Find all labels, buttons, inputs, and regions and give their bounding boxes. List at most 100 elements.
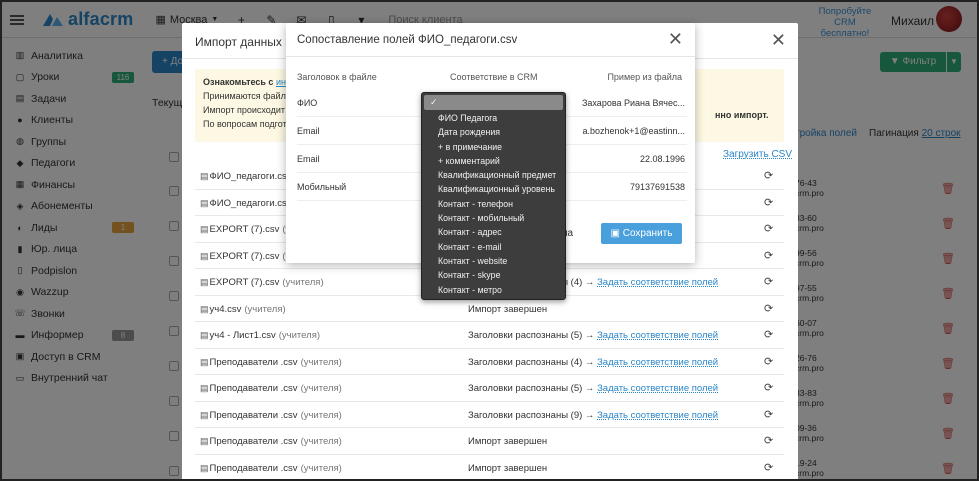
close-icon[interactable]: ✕	[668, 30, 683, 48]
status-text: Заголовки распознаны (5) →	[468, 383, 598, 394]
dropdown-option[interactable]: + комментарий	[424, 154, 563, 168]
save-icon: ▣	[610, 228, 620, 239]
dropdown-option[interactable]: Контакт - адрес	[424, 225, 563, 239]
dropdown-option[interactable]: Контакт - skype	[424, 268, 563, 282]
import-modal-title: Импорт данных из	[195, 35, 298, 49]
dropdown-option[interactable]: + в примечание	[424, 140, 563, 154]
notice-bold: Ознакомьтесь с	[203, 77, 274, 87]
file-name-cell: ▤ФИО_педагоги.csv	[200, 198, 292, 209]
table-row: ▤Преподаватели .csv (учителя) Импорт завер…	[195, 455, 784, 480]
set-mapping-link[interactable]: Задать соответствие полей	[597, 330, 718, 341]
column-header-file: Заголовок в файле	[297, 72, 377, 82]
file-name-cell: ▤Преподаватели .csv (учителя)	[200, 410, 342, 421]
table-row: ▤Преподаватели .csv (учителя) Заголовки ра…	[195, 349, 784, 375]
file-status: Импорт завершен	[468, 463, 547, 474]
file-icon: ▤	[200, 250, 209, 261]
file-group: (учителя)	[278, 330, 320, 341]
crm-field-dropdown[interactable]: ✓ ФИО Педагога Дата рождения + в примечани…	[421, 92, 566, 300]
dropdown-option[interactable]: Контакт - телефон	[424, 197, 563, 211]
dropdown-option[interactable]: Квалификационный предмет	[424, 168, 563, 182]
file-status: Импорт завершен	[468, 304, 547, 315]
dropdown-option[interactable]: ФИО Педагога	[424, 111, 563, 125]
file-icon: ▤	[200, 330, 209, 340]
mapping-title-file: ФИО_педагоги.csv	[418, 34, 518, 46]
file-icon: ▤	[200, 409, 209, 420]
dropdown-option[interactable]: Контакт - website	[424, 254, 563, 268]
file-name: уч4 - Лист1.csv	[209, 330, 276, 341]
set-mapping-link[interactable]: Задать соответствие полей	[597, 383, 718, 394]
file-name-cell: ▤Преподаватели .csv (учителя)	[200, 463, 342, 474]
file-name: Преподаватели .csv	[209, 462, 298, 474]
file-status: Заголовки распознаны (5) → Задать соотве…	[468, 383, 718, 394]
file-icon: ▤	[200, 356, 209, 367]
file-status: Заголовки распознаны (9) → Задать соотве…	[468, 410, 718, 421]
status-text: Импорт завершен	[468, 462, 548, 474]
file-name: EXPORT (7).csv	[209, 277, 280, 288]
file-group: (учителя)	[300, 409, 342, 421]
file-icon: ▤	[200, 171, 209, 181]
refresh-icon[interactable]: ⟳	[764, 408, 773, 421]
column-header-crm: Соответствие в CRM	[450, 72, 538, 82]
upload-csv-link[interactable]: Загрузить CSV	[723, 149, 792, 160]
mapping-example: a.bozhenok+1@eastinn...	[582, 126, 685, 136]
dropdown-option-selected[interactable]: ✓	[424, 95, 563, 110]
refresh-icon[interactable]: ⟳	[764, 461, 773, 474]
status-text: Импорт завершен	[468, 303, 548, 315]
status-text: Импорт завершен	[468, 436, 548, 447]
file-icon: ▤	[200, 436, 209, 446]
file-group: (учителя)	[282, 277, 324, 288]
file-name: EXPORT (7).csv	[209, 250, 280, 262]
dropdown-option[interactable]: Квалификационный уровень	[424, 182, 563, 196]
file-name: ФИО_педагоги.csv	[209, 171, 292, 182]
mapping-title-prefix: Сопоставление полей	[297, 34, 415, 46]
file-icon: ▤	[200, 224, 209, 234]
file-name-cell: ▤Преподаватели .csv (учителя)	[200, 436, 342, 447]
refresh-icon[interactable]: ⟳	[764, 249, 773, 262]
close-icon[interactable]: ✕	[771, 31, 786, 49]
status-text: Заголовки распознаны (9) →	[468, 409, 598, 421]
file-name-cell: ▤уч4.csv (учителя)	[200, 304, 286, 315]
file-group: (учителя)	[300, 356, 342, 368]
mapping-example: 79137691538	[629, 182, 685, 192]
refresh-icon[interactable]: ⟳	[764, 355, 773, 368]
file-name: уч4.csv	[209, 303, 242, 315]
refresh-icon[interactable]: ⟳	[764, 196, 773, 209]
file-icon: ▤	[200, 383, 209, 393]
file-name-cell: ▤ФИО_педагоги.csv	[200, 171, 292, 182]
status-text: Заголовки распознаны (5) →	[468, 330, 598, 341]
set-mapping-link[interactable]: Задать соответствие полей	[597, 410, 718, 421]
file-icon: ▤	[200, 303, 209, 314]
file-name: EXPORT (7).csv	[209, 224, 280, 235]
column-header-example: Пример из файла	[607, 72, 682, 82]
refresh-icon[interactable]: ⟳	[764, 381, 773, 394]
mapping-source-header: Email	[297, 154, 320, 164]
notice-extra: нно импорт.	[715, 110, 769, 120]
file-name-cell: ▤EXPORT (7).csv(учителя)	[200, 277, 324, 288]
refresh-icon[interactable]: ⟳	[764, 434, 773, 447]
dropdown-option[interactable]: Контакт - метро	[424, 283, 563, 297]
table-row: ▤Преподаватели .csv (учителя) Заголовки ра…	[195, 402, 784, 428]
refresh-icon[interactable]: ⟳	[764, 169, 773, 182]
refresh-icon[interactable]: ⟳	[764, 302, 773, 315]
table-row: ▤Преподаватели .csv (учителя) Заголовки ра…	[195, 375, 784, 402]
file-group: (учителя)	[300, 383, 342, 394]
dropdown-option[interactable]: Дата рождения	[424, 125, 563, 139]
mapping-source-header: ФИО	[297, 98, 318, 108]
status-text: Заголовки распознаны (4) →	[468, 356, 598, 368]
file-name: Преподаватели .csv	[209, 356, 298, 368]
app-frame: alfacrm ▦ Москва ▼ + ✎ ✉ ▯ ▾ Поиск клиен…	[0, 0, 979, 481]
file-icon: ▤	[200, 277, 209, 287]
set-mapping-link[interactable]: Задать соответствие полей	[597, 357, 718, 368]
dropdown-option[interactable]: Контакт - мобильный	[424, 211, 563, 225]
refresh-icon[interactable]: ⟳	[764, 222, 773, 235]
save-button[interactable]: ▣ Сохранить	[601, 223, 682, 244]
file-name-cell: ▤Преподаватели .csv (учителя)	[200, 357, 342, 368]
refresh-icon[interactable]: ⟳	[764, 328, 773, 341]
file-group: (учителя)	[300, 436, 342, 447]
file-name-cell: ▤уч4 - Лист1.csv (учителя)	[200, 330, 320, 341]
refresh-icon[interactable]: ⟳	[764, 275, 773, 288]
file-status: Заголовки распознаны (4) → Задать соотве…	[468, 357, 718, 368]
file-icon: ▤	[200, 462, 209, 473]
set-mapping-link[interactable]: Задать соответствие полей	[597, 277, 718, 288]
dropdown-option[interactable]: Контакт - e-mail	[424, 240, 563, 254]
